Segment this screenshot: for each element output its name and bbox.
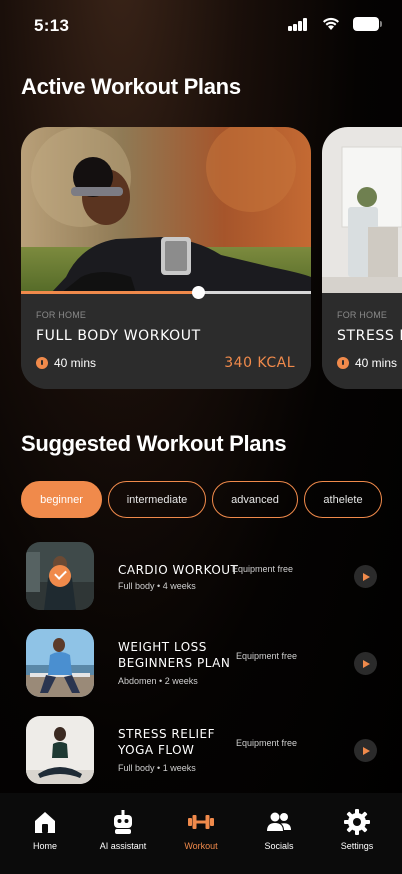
workout-area: Full body	[118, 763, 155, 773]
home-icon	[35, 812, 55, 833]
card-title: FULL BODY WORKOUT	[36, 328, 201, 344]
clock-icon	[337, 357, 349, 369]
workout-photo	[21, 127, 311, 293]
card-tag: FOR HOME	[36, 310, 87, 320]
card-title: STRESS R	[337, 328, 402, 344]
workout-equipment: Equipment free	[232, 564, 294, 574]
suggested-plans-heading: Suggested Workout Plans	[21, 431, 287, 456]
card-duration: 40 mins	[36, 356, 96, 370]
gear-icon	[344, 809, 370, 835]
nav-label: Home	[32, 841, 57, 851]
nav-label: AI assistant	[99, 841, 147, 851]
card-tag: FOR HOME	[337, 310, 388, 320]
workout-meta: Abdomen • 2 weeks	[118, 676, 198, 686]
filter-chip-athelete[interactable]: athelete	[304, 481, 382, 518]
filter-chip-advanced[interactable]: advanced	[212, 481, 298, 518]
play-button[interactable]	[354, 565, 377, 588]
workout-meta: Full body • 4 weeks	[118, 581, 196, 591]
workout-thumbnail	[26, 542, 94, 610]
play-button[interactable]	[354, 739, 377, 762]
workout-area: Abdomen	[118, 676, 157, 686]
workout-title-line2: BEGINNERS PLAN	[118, 656, 231, 670]
duration-text: 40 mins	[54, 356, 97, 370]
filter-chip-beginner[interactable]: beginner	[21, 481, 102, 518]
nav-item-socials[interactable]: Socials	[239, 793, 319, 863]
workout-weeks: 1 weeks	[162, 763, 196, 773]
nav-label: Workout	[184, 841, 218, 851]
workout-photo	[322, 127, 402, 293]
workout-title: WEIGHT LOSS BEGINNERS PLAN	[118, 639, 230, 671]
workout-title: STRESS RELIEF YOGA FLOW	[118, 726, 215, 758]
play-button[interactable]	[354, 652, 377, 675]
active-plans-heading: Active Workout Plans	[21, 74, 241, 99]
workout-equipment: Equipment free	[236, 651, 298, 661]
status-bar: 5:13	[0, 0, 402, 50]
workout-list-item[interactable]: STRESS RELIEF YOGA FLOW Equipment free F…	[26, 716, 382, 784]
bottom-nav: Home AI assistant Workout Socials Settin…	[0, 793, 402, 874]
clock-icon	[36, 357, 48, 369]
dumbbell-icon	[188, 815, 214, 829]
nav-label: Socials	[264, 841, 294, 851]
workout-title: CARDIO WORKOUT	[118, 563, 239, 577]
completed-check-icon	[49, 565, 71, 587]
workout-list-item[interactable]: WEIGHT LOSS BEGINNERS PLAN Equipment fre…	[26, 629, 382, 697]
battery-cap	[380, 21, 382, 27]
progress-fill	[21, 291, 198, 294]
workout-title-line1: STRESS RELIEF	[118, 727, 216, 741]
status-time: 5:13	[34, 16, 70, 35]
cellular-signal-icon	[288, 18, 308, 31]
wifi-icon	[323, 17, 339, 30]
people-icon	[267, 812, 291, 831]
nav-label: Settings	[340, 841, 374, 851]
workout-title-line1: WEIGHT LOSS	[118, 640, 207, 654]
workout-thumbnail	[26, 716, 94, 784]
workout-area: Full body	[118, 581, 155, 591]
nav-item-ai-assistant[interactable]: AI assistant	[83, 793, 163, 863]
workout-weeks: 4 weeks	[162, 581, 196, 591]
workout-equipment: Equipment free	[236, 738, 298, 748]
active-plan-card[interactable]: FOR HOME FULL BODY WORKOUT 40 mins 340 K…	[21, 127, 311, 389]
workout-title-line2: YOGA FLOW	[118, 743, 195, 757]
robot-icon	[114, 810, 132, 834]
filter-chip-intermediate[interactable]: intermediate	[108, 481, 206, 518]
active-plan-card[interactable]: FOR HOME STRESS R 40 mins	[322, 127, 402, 389]
nav-item-home[interactable]: Home	[5, 793, 85, 863]
progress-knob[interactable]	[192, 286, 205, 299]
nav-item-workout[interactable]: Workout	[161, 793, 241, 863]
workout-screen: 5:13 Active Workout Plans FOR HOME FULL …	[0, 0, 402, 874]
workout-list-item[interactable]: CARDIO WORKOUT Equipment free Full body …	[26, 542, 382, 610]
workout-meta: Full body • 1 weeks	[118, 763, 196, 773]
duration-text: 40 mins	[355, 356, 398, 370]
workout-thumbnail	[26, 629, 94, 697]
battery-icon	[353, 17, 379, 31]
workout-weeks: 2 weeks	[164, 676, 198, 686]
card-duration: 40 mins	[337, 356, 397, 370]
nav-item-settings[interactable]: Settings	[317, 793, 397, 863]
card-kcal: 340 KCAL	[224, 355, 295, 371]
